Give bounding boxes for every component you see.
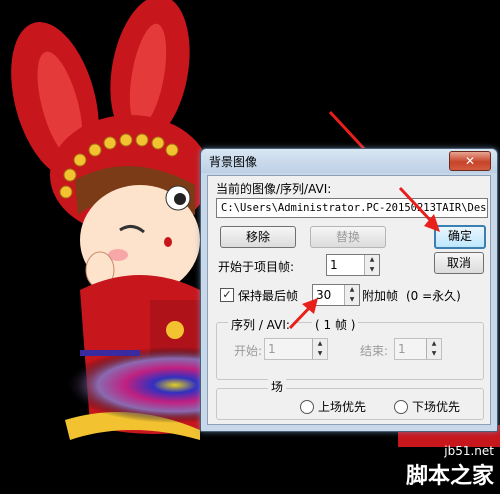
lower-first-label: 下场优先 [412,400,461,414]
end-value: 1 [398,342,406,356]
begin-value: 1 [268,342,276,356]
hold-last-label: 保持最后帧 [238,289,299,303]
current-image-label: 当前的图像/序列/AVI: [216,182,332,196]
watermark-site: jb51.net [444,444,494,458]
dialog-titlebar[interactable]: 背景图像 ✕ [201,149,497,173]
begin-label: 开始: [234,344,263,358]
current-path-field[interactable]: C:\Users\Administrator.PC-20150213TAIR\D… [216,198,488,218]
close-button[interactable]: ✕ [449,151,491,171]
spinner-arrows-icon[interactable]: ▲ ▼ [426,339,441,359]
upper-first-radio[interactable] [300,400,314,414]
extra-frames-hint: (0 =永久) [406,289,461,303]
watermark-name: 脚本之家 [405,464,494,489]
spinner-arrows-icon[interactable]: ▲ ▼ [344,285,359,305]
field-group-label: 场 [268,378,287,395]
site-watermark: jb51.net 脚本之家 [406,444,494,490]
remove-button[interactable]: 移除 [220,226,296,248]
extra-frames-label: 附加帧 [362,289,399,303]
begin-spinner[interactable]: 1 ▲ ▼ [264,338,328,360]
end-spinner[interactable]: 1 ▲ ▼ [394,338,442,360]
spinner-arrows-icon[interactable]: ▲ ▼ [364,255,379,275]
sequence-label: 序列 / AVI: [228,316,293,333]
hold-frames-value: 30 [316,288,332,302]
dialog-title: 背景图像 [209,155,258,169]
ok-button[interactable]: 确定 [434,225,486,249]
hold-last-checkbox[interactable]: ✓ [220,288,234,302]
replace-button[interactable]: 替换 [310,226,386,248]
upper-first-label: 上场优先 [318,400,367,414]
start-frame-value: 1 [330,258,338,272]
start-frame-label: 开始于项目帧: [218,260,295,274]
background-image-dialog: 背景图像 ✕ 当前的图像/序列/AVI: C:\Users\Administra… [200,148,498,432]
hold-frames-spinner[interactable]: 30 ▲ ▼ [312,284,360,306]
cancel-button[interactable]: 取消 [434,252,484,274]
lower-first-radio[interactable] [394,400,408,414]
spinner-arrows-icon[interactable]: ▲ ▼ [312,339,327,359]
start-frame-spinner[interactable]: 1 ▲ ▼ [326,254,380,276]
sequence-frames: ( 1 帧 ) [312,316,359,333]
dialog-client: 当前的图像/序列/AVI: C:\Users\Administrator.PC-… [207,175,491,425]
end-label: 结束: [360,344,389,358]
